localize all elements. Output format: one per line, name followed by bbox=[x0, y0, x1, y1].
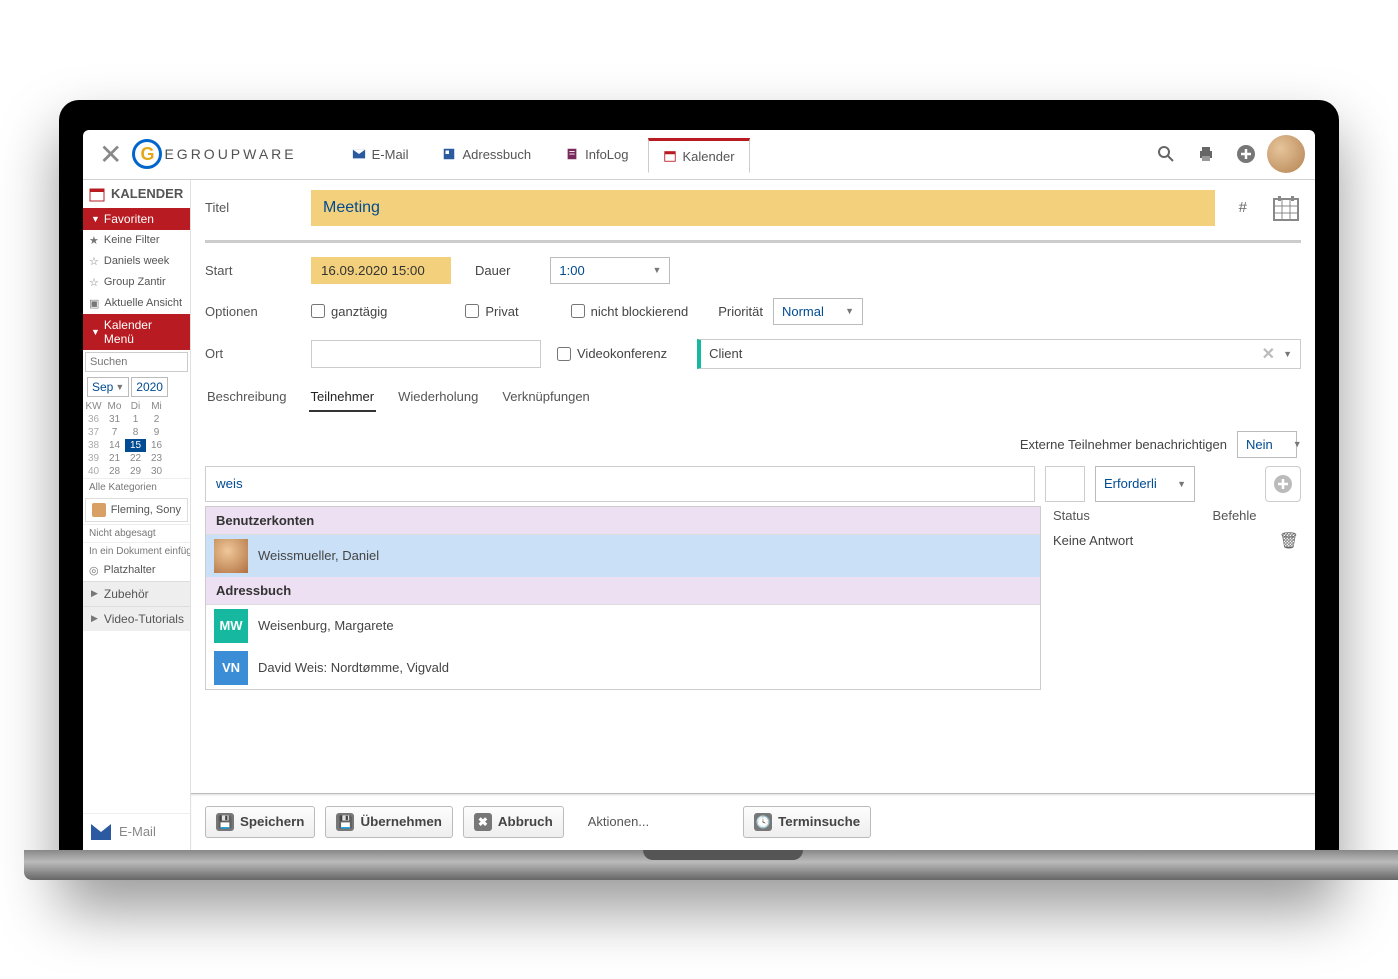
form-tabs: Beschreibung Teilnehmer Wiederholung Ver… bbox=[205, 383, 1301, 413]
start-label: Start bbox=[205, 263, 301, 278]
chevron-down-icon[interactable]: ▼ bbox=[1283, 349, 1292, 359]
app-tabs: E-Mail Adressbuch InfoLog Kalender bbox=[317, 137, 1147, 172]
sidebar-section[interactable]: ▶Zubehör bbox=[83, 581, 190, 606]
location-label: Ort bbox=[205, 346, 301, 361]
tab-recurrence[interactable]: Wiederholung bbox=[396, 383, 480, 412]
videoconf-checkbox[interactable]: Videokonferenz bbox=[557, 346, 667, 361]
search-icon[interactable] bbox=[1147, 135, 1185, 173]
status-filter[interactable]: Nicht abgesagt bbox=[83, 524, 190, 542]
owner-avatar-icon bbox=[92, 503, 106, 517]
start-datetime-input[interactable] bbox=[311, 257, 451, 284]
favorite-item[interactable]: ☆Group Zantir bbox=[83, 272, 190, 293]
favorite-item[interactable]: ☆Daniels week bbox=[83, 251, 190, 272]
print-icon[interactable] bbox=[1187, 135, 1225, 173]
apply-button[interactable]: 💾Übernehmen bbox=[325, 806, 452, 838]
initials-avatar-icon: VN bbox=[214, 651, 248, 685]
tab-links[interactable]: Verknüpfungen bbox=[500, 383, 591, 412]
all-categories[interactable]: Alle Kategorien bbox=[83, 478, 190, 496]
result-item[interactable]: VN David Weis: Nordtømme, Vigvald bbox=[206, 647, 1040, 689]
private-checkbox[interactable]: Privat bbox=[465, 304, 518, 319]
fullday-checkbox[interactable]: ganztägig bbox=[311, 304, 387, 319]
participant-search-input[interactable] bbox=[205, 466, 1035, 502]
result-section-header: Adressbuch bbox=[206, 577, 1040, 605]
favorite-item[interactable]: ▣Aktuelle Ansicht bbox=[83, 293, 190, 314]
sidebar-email[interactable]: E-Mail bbox=[83, 813, 190, 850]
app-logo: G EGROUPWARE bbox=[132, 139, 316, 169]
calendar-icon bbox=[89, 186, 105, 202]
apply-icon: 💾 bbox=[336, 813, 354, 831]
logo-g-icon: G bbox=[132, 139, 162, 169]
participant-row: Keine Antwort 🗑 bbox=[1053, 528, 1299, 554]
notify-label: Externe Teilnehmer benachrichtigen bbox=[1020, 437, 1227, 452]
add-participant-button[interactable] bbox=[1265, 466, 1301, 502]
year-select[interactable]: 2020 bbox=[131, 377, 168, 397]
save-button[interactable]: 💾Speichern bbox=[205, 806, 315, 838]
tab-email[interactable]: E-Mail bbox=[337, 137, 424, 172]
tab-addressbook[interactable]: Adressbuch bbox=[427, 137, 546, 172]
location-input[interactable] bbox=[311, 340, 541, 368]
tab-participants[interactable]: Teilnehmer bbox=[309, 383, 377, 412]
tab-description[interactable]: Beschreibung bbox=[205, 383, 289, 412]
mini-calendar[interactable]: 36311237789381415163921222340282930 bbox=[83, 413, 190, 478]
sidebar-search-input[interactable] bbox=[85, 352, 188, 372]
month-select[interactable]: Sep▼ bbox=[87, 377, 129, 397]
result-section-header: Benutzerkonten bbox=[206, 507, 1040, 535]
menu-heading[interactable]: ▼Kalender Menü bbox=[83, 314, 190, 350]
options-label: Optionen bbox=[205, 304, 301, 319]
placeholder-item[interactable]: ◎Platzhalter bbox=[83, 560, 190, 581]
add-icon[interactable] bbox=[1227, 135, 1265, 173]
cancel-icon: ✖ bbox=[474, 813, 492, 831]
calendar-view-icon[interactable] bbox=[1271, 193, 1301, 223]
cancel-button[interactable]: ✖Abbruch bbox=[463, 806, 564, 838]
priority-label: Priorität bbox=[718, 304, 763, 319]
title-label: Titel bbox=[205, 200, 301, 215]
appointment-search-button[interactable]: 🕓Terminsuche bbox=[743, 806, 871, 838]
top-bar: ✕ G EGROUPWARE E-Mail Adressbuch InfoLog… bbox=[83, 130, 1315, 180]
participant-status[interactable]: Keine Antwort bbox=[1053, 528, 1210, 554]
close-icon[interactable]: ✕ bbox=[89, 138, 132, 171]
title-input[interactable] bbox=[311, 190, 1215, 226]
duration-select[interactable]: 1:00▼ bbox=[550, 257, 670, 284]
nonblocking-checkbox[interactable]: nicht blockierend bbox=[571, 304, 689, 319]
sidebar-section[interactable]: ▶Video-Tutorials bbox=[83, 606, 190, 631]
sidebar-title: KALENDER bbox=[83, 180, 190, 208]
role-select[interactable]: Erforderlich▼ bbox=[1095, 466, 1195, 502]
save-icon: 💾 bbox=[216, 813, 234, 831]
priority-select[interactable]: Normal▼ bbox=[773, 298, 863, 325]
owner-chip[interactable]: Fleming, Sony bbox=[85, 498, 188, 522]
footer-bar: 💾Speichern 💾Übernehmen ✖Abbruch Aktionen… bbox=[191, 793, 1315, 850]
quantity-input[interactable] bbox=[1045, 466, 1085, 502]
autocomplete-results: Benutzerkonten Weissmueller, Daniel Adre… bbox=[205, 506, 1041, 690]
initials-avatar-icon: MW bbox=[214, 609, 248, 643]
actions-menu[interactable]: Aktionen... bbox=[574, 814, 663, 829]
favorite-item[interactable]: ★Keine Filter bbox=[83, 230, 190, 251]
result-item[interactable]: Weissmueller, Daniel bbox=[206, 535, 1040, 577]
doc-insert[interactable]: In ein Dokument einfügen bbox=[83, 542, 190, 560]
main-content: Titel # Start Dauer 1:00▼ Optionen gan bbox=[191, 180, 1315, 850]
result-item[interactable]: MW Weisenburg, Margarete bbox=[206, 605, 1040, 647]
sidebar: KALENDER ▼Favoriten ★Keine Filter ☆Danie… bbox=[83, 180, 191, 850]
logo-text: EGROUPWARE bbox=[164, 146, 296, 162]
commands-header: Befehle bbox=[1212, 508, 1299, 526]
clock-icon: 🕓 bbox=[754, 813, 772, 831]
status-header: Status bbox=[1053, 508, 1210, 526]
mini-cal-head: KWMoDiMi bbox=[83, 400, 190, 413]
status-column: StatusBefehle Keine Antwort 🗑 bbox=[1051, 506, 1301, 690]
tab-calendar[interactable]: Kalender bbox=[648, 138, 750, 173]
favorites-heading[interactable]: ▼Favoriten bbox=[83, 208, 190, 230]
trash-icon[interactable]: 🗑 bbox=[1279, 533, 1299, 550]
notify-select[interactable]: Nein▼ bbox=[1237, 431, 1297, 458]
user-avatar-icon bbox=[214, 539, 248, 573]
mail-icon bbox=[91, 824, 111, 840]
category-select[interactable]: Client ✕ ▼ bbox=[697, 339, 1301, 369]
clear-icon[interactable]: ✕ bbox=[1262, 344, 1275, 364]
duration-label: Dauer bbox=[461, 263, 510, 278]
tab-infolog[interactable]: InfoLog bbox=[550, 137, 643, 172]
hash-icon[interactable]: # bbox=[1225, 199, 1261, 216]
user-avatar[interactable] bbox=[1267, 135, 1305, 173]
